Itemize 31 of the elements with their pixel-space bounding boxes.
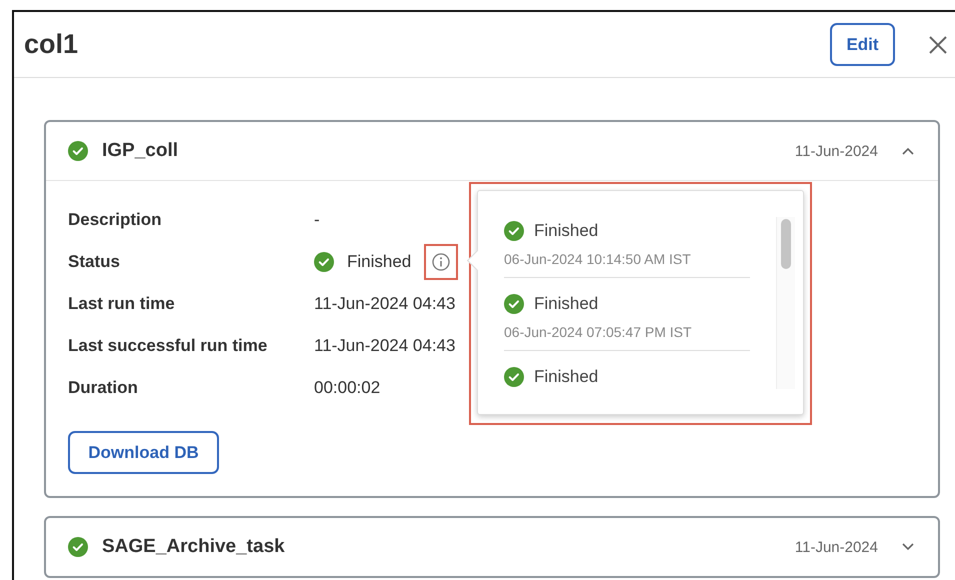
- check-circle-icon: [504, 367, 524, 387]
- history-status: Finished: [534, 221, 598, 241]
- check-circle-icon: [504, 294, 524, 314]
- history-status: Finished: [534, 367, 598, 387]
- detail-label: Status: [68, 252, 121, 272]
- info-icon[interactable]: [432, 253, 450, 271]
- history-status: Finished: [534, 294, 598, 314]
- history-time: 06-Jun-2024 10:14:50 AM IST: [504, 251, 692, 267]
- detail-value: 00:00:02: [314, 378, 380, 398]
- chevron-icon[interactable]: [902, 543, 914, 551]
- detail-label: Last successful run time: [68, 336, 268, 356]
- check-circle-icon: [314, 252, 334, 272]
- task-date: 11-Jun-2024: [794, 538, 878, 556]
- task-name: IGP_coll: [102, 140, 180, 162]
- chevron-icon[interactable]: [902, 147, 914, 155]
- task-name: SAGE_Archive_task: [102, 536, 286, 558]
- download-button[interactable]: Download DB: [68, 431, 219, 474]
- detail-label: Last run time: [68, 294, 176, 314]
- detail-value: 11-Jun-2024 04:43: [314, 336, 456, 356]
- detail-value: -: [314, 210, 320, 230]
- history-time: 06-Jun-2024 07:05:47 PM IST: [504, 324, 693, 340]
- panel-title: col1: [24, 29, 80, 60]
- check-circle-icon: [504, 221, 524, 241]
- edit-button[interactable]: Edit: [830, 23, 895, 66]
- close-icon[interactable]: [929, 36, 947, 54]
- detail-label: Duration: [68, 378, 139, 398]
- scrollbar[interactable]: [776, 217, 795, 389]
- detail-label: Description: [68, 210, 163, 230]
- detail-value: 11-Jun-2024 04:43: [314, 294, 456, 314]
- task-date: 11-Jun-2024: [794, 142, 878, 160]
- detail-value: Finished: [347, 252, 412, 272]
